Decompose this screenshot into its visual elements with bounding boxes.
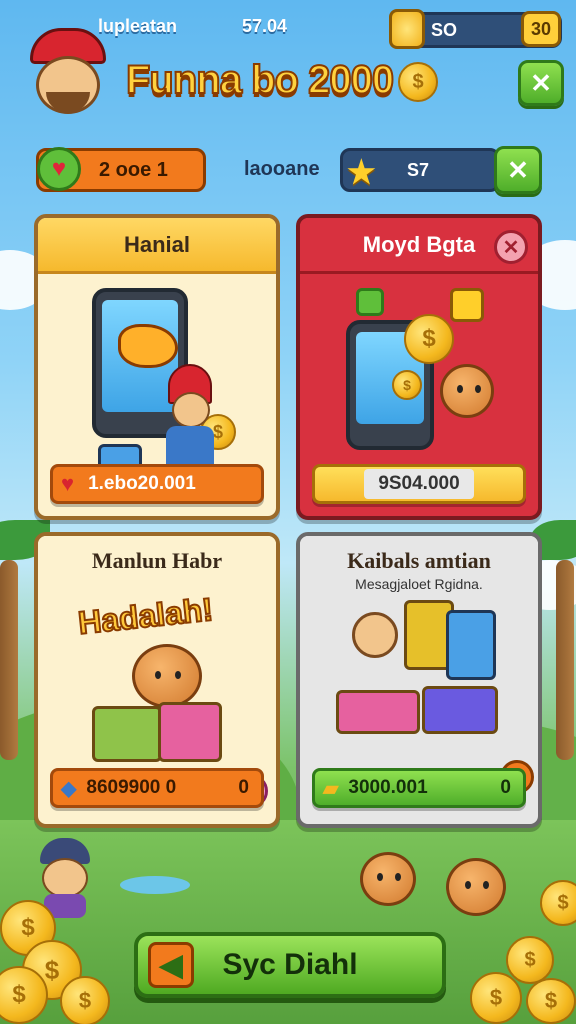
- heart-icon: ♥: [37, 147, 81, 191]
- pet-character-1: [360, 852, 416, 906]
- price-value: 1.ebo20.001: [88, 473, 196, 494]
- price-value: 9S04.000: [364, 469, 474, 499]
- close-icon: ✕: [507, 154, 529, 185]
- stat-close-button[interactable]: ✕: [494, 146, 542, 194]
- primary-action-label: Syc Diahl: [222, 948, 358, 981]
- price-button[interactable]: ♥ 1.ebo20.001: [50, 464, 264, 504]
- arrow-icon: ◀: [148, 942, 194, 988]
- coin-icon: $: [398, 62, 438, 102]
- card-close-button[interactable]: ✕: [494, 230, 528, 264]
- gold-icon: ▰: [323, 777, 339, 800]
- primary-action-button[interactable]: ◀ Syc Diahl: [134, 932, 446, 998]
- star-icon: ★: [347, 154, 376, 190]
- price-button[interactable]: ▰ 3000.001 0: [312, 768, 526, 808]
- card-title: Manlun Habr: [38, 536, 276, 586]
- price-count: 0: [238, 777, 249, 798]
- gold-icon: [389, 9, 425, 49]
- offer-card-2[interactable]: Moyd Bgta ✕ $ $ 9S04.000: [296, 214, 542, 520]
- stat-label: laooane: [244, 158, 320, 180]
- stat-value: S7: [407, 159, 430, 180]
- price-button[interactable]: 9S04.000: [312, 464, 526, 504]
- price-count: 0: [500, 777, 511, 798]
- close-button[interactable]: ✕: [518, 60, 564, 106]
- card-banner: Hadalah!: [75, 590, 215, 642]
- page-title: Funna bo 2000: [125, 57, 395, 103]
- price-value: 3000.001: [348, 777, 428, 798]
- card-title: Hanial: [38, 218, 276, 274]
- gold-counter[interactable]: SO 30: [389, 9, 562, 49]
- offer-card-1[interactable]: Hanial $ ♥ 1.ebo20.001: [34, 214, 280, 520]
- hearts-value: 2 ooe 1: [99, 158, 168, 181]
- gem-icon: ◆: [61, 777, 77, 800]
- close-icon: ✕: [530, 67, 552, 98]
- avatar[interactable]: [22, 22, 108, 122]
- hearts-counter[interactable]: ♥ 2 ooe 1: [36, 147, 206, 192]
- pet-character-2: [446, 858, 506, 916]
- close-icon: ✕: [502, 236, 520, 259]
- gold-badge: 30: [521, 11, 561, 47]
- price-value: 8609900 0: [86, 777, 177, 798]
- gold-value: SO: [431, 19, 458, 40]
- offer-card-4[interactable]: Kaibals amtian Mesagjaloet Rgidna. ★ ▰ 3…: [296, 532, 542, 828]
- card-title: Kaibals amtian: [300, 536, 538, 576]
- price-button[interactable]: ◆ 8609900 0 0: [50, 768, 264, 808]
- heart-icon: ♥: [61, 471, 75, 496]
- stat-counter[interactable]: ★ S7: [340, 148, 500, 192]
- offer-card-3[interactable]: Manlun Habr Hadalah! ✕ ◆ 8609900 0 0: [34, 532, 280, 828]
- player-label: lupleatan: [98, 16, 178, 36]
- player-value: 57.04: [242, 16, 288, 36]
